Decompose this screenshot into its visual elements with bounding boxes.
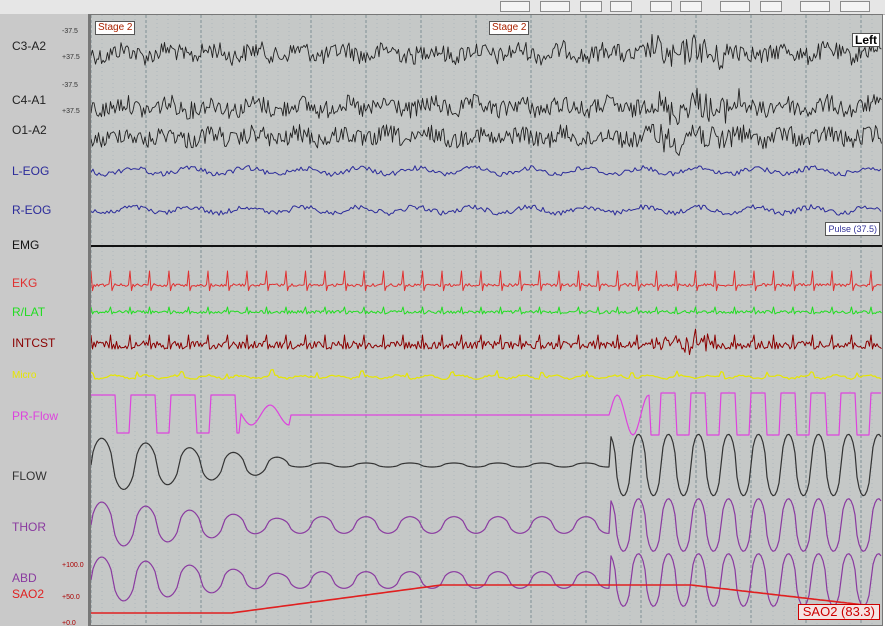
channel-label-ekg[interactable]: EKG [12, 276, 37, 290]
channel-label-reog[interactable]: R-EOG [12, 203, 51, 217]
waveform-sao2 [91, 584, 881, 614]
abd-scale-label: +100.0 [62, 562, 84, 569]
waveform-plot[interactable]: Stage 2 Stage 2 Left Pulse (37.5) SAO2 (… [90, 14, 883, 626]
channel-label-c3a2[interactable]: C3-A2 [12, 39, 46, 53]
toolbar-button[interactable] [540, 1, 570, 12]
channel-label-rlat[interactable]: R/LAT [12, 305, 45, 319]
waveform-micro [91, 369, 882, 380]
sao2-readout: SAO2 (83.3) [797, 604, 880, 620]
scale-label-bottom: +37.5 [62, 54, 80, 61]
waveform-abd [91, 553, 882, 607]
abd-scale-label: +50.0 [62, 594, 80, 601]
position-indicator: Left [852, 33, 880, 47]
toolbar-button[interactable] [650, 1, 672, 12]
toolbar-button[interactable] [580, 1, 602, 12]
waveform-intcst [91, 328, 882, 356]
channel-label-o1a2[interactable]: O1-A2 [12, 123, 47, 137]
stage-marker: Stage 2 [95, 21, 136, 35]
channel-label-panel: C3-A2 -37.5 +37.5 C4-A1 -37.5 +37.5 O1-A2 L-EOG… [0, 14, 90, 627]
waveform-o1a2 [91, 123, 882, 156]
toolbar [0, 0, 885, 15]
waveform-c4a1 [91, 87, 882, 126]
toolbar-button[interactable] [800, 1, 830, 12]
stage-marker: Stage 2 [489, 21, 530, 35]
toolbar-button[interactable] [840, 1, 870, 12]
waveform-rlat [91, 306, 882, 315]
waveform-reog [91, 204, 882, 216]
waveform-canvas [91, 15, 882, 625]
channel-label-flow[interactable]: FLOW [12, 469, 47, 483]
scale-label-bottom: +37.5 [62, 108, 80, 115]
toolbar-button[interactable] [500, 1, 530, 12]
scale-label-top: -37.5 [62, 28, 78, 35]
scale-label-top: -37.5 [62, 82, 78, 89]
channel-label-emg[interactable]: EMG [12, 238, 39, 252]
channel-label-thor[interactable]: THOR [12, 520, 46, 534]
channel-label-micro[interactable]: Micro [12, 370, 36, 381]
channel-label-leog[interactable]: L-EOG [12, 164, 49, 178]
channel-label-abd[interactable]: ABD [12, 571, 37, 585]
channel-label-prflow[interactable]: PR-Flow [12, 409, 58, 423]
toolbar-button[interactable] [680, 1, 702, 12]
waveform-c3a2 [91, 33, 882, 70]
pulse-indicator: Pulse (37.5) [825, 222, 880, 236]
waveform-leog [91, 165, 882, 177]
waveform-thor [91, 498, 882, 552]
channel-label-c4a1[interactable]: C4-A1 [12, 93, 46, 107]
toolbar-button[interactable] [760, 1, 782, 12]
waveform-flow [91, 433, 882, 497]
waveform-ekg [91, 270, 882, 292]
channel-label-sao2[interactable]: SAO2 [12, 587, 44, 601]
abd-scale-label: +0.0 [62, 620, 76, 627]
waveform-prflow [91, 392, 881, 436]
channel-label-intcst[interactable]: INTCST [12, 336, 55, 350]
toolbar-button[interactable] [720, 1, 750, 12]
toolbar-button[interactable] [610, 1, 632, 12]
